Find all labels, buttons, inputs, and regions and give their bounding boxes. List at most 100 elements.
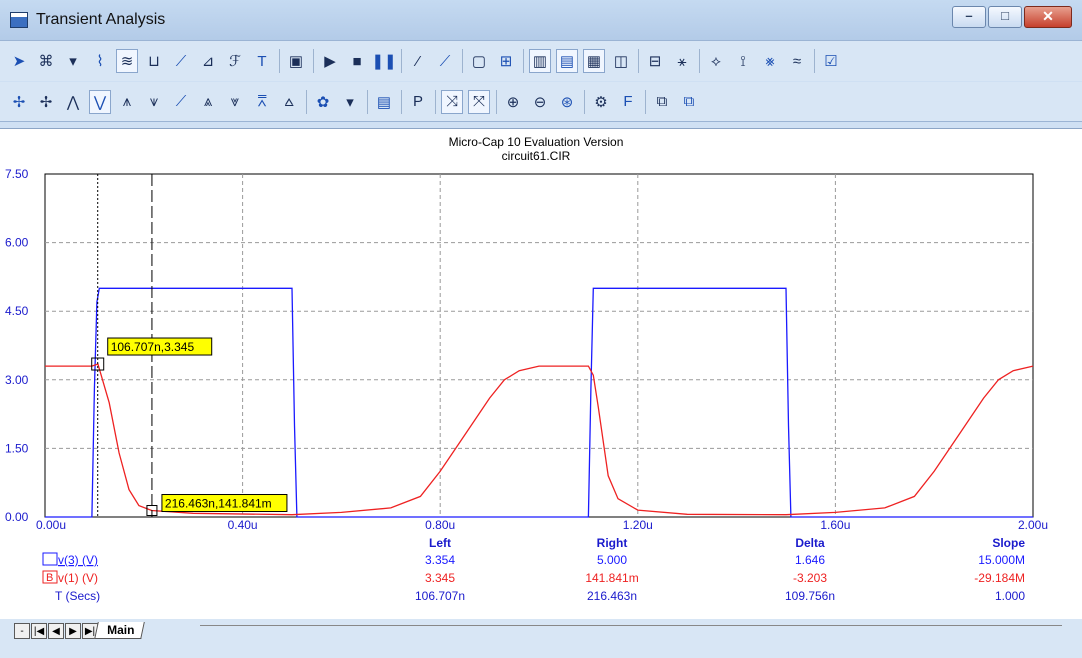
toolbar-separator [313,49,314,73]
prev-point-icon[interactable]: ✢ [35,90,57,114]
minor-grid-icon[interactable]: ▦ [583,49,605,73]
maximize-button[interactable]: □ [988,6,1022,28]
next-point-icon[interactable]: ✢ [8,90,30,114]
tab-nav-button[interactable]: |◀ [31,623,47,639]
right-cursor-label: 216.463n,141.841m [165,497,272,511]
readout-header-left: Left [429,536,451,550]
close-button[interactable]: ✕ [1024,6,1072,28]
top-icon[interactable]: ⩞ [251,90,273,114]
font-icon[interactable]: F [617,90,639,114]
tab-nav-buttons: - |◀ ◀ ▶ ▶| [14,623,99,639]
analysis-toolbar: ✢ ✢ ⋀ ⋁ ⩚ ⩛ ⟋ ⩓ ⩔ ⩞ ⩟ ✿ ▾ ▤ P ⤨ ⤧ ⊕ ⊖ ⊛ ⚙ F ⧉ ⧉ [0,82,1082,122]
high-search-icon[interactable]: ⩚ [116,90,138,114]
readout-row-label: T (Secs) [55,589,100,603]
readout-value: 109.756n [785,589,835,603]
toolbar-separator [306,89,307,114]
node-mode-icon[interactable]: ⊿ [197,49,219,73]
x-tick-label: 0.00u [36,518,66,532]
plot-window[interactable]: Micro-Cap 10 Evaluation Version circuit6… [0,128,1082,619]
y-scale-icon[interactable]: ⤧ [468,89,490,114]
run-icon[interactable]: ▶ [319,49,341,73]
plot-canvas[interactable]: Micro-Cap 10 Evaluation Version circuit6… [0,129,1082,619]
valley-icon[interactable]: ⟟ [732,49,754,73]
tab-nav-button[interactable]: - [14,623,30,639]
tab-nav-button[interactable]: ▶ [65,623,81,639]
bottom-icon[interactable]: ⩟ [278,90,300,114]
select-arrow-icon[interactable]: ➤ [8,49,30,73]
zoom-fit-icon[interactable]: ⊛ [556,90,578,114]
toolbar-separator [699,49,700,73]
readout-value: 1.000 [995,589,1025,603]
main-toolbar: ➤ ⌘ ▾ ⌇ ≋ ⊔ ⟋ ⊿ ℱ T ▣ ▶ ■ ❚❚ ⁄ ⟋ ▢ ⊞ ▥ ▤ ▦ ◫ ⊟ ⚹ ⟡ ⟟ ⨳ ≈ ☑ [0,41,1082,81]
settings-icon[interactable]: ⚙ [590,90,612,114]
table-icon[interactable]: ▤ [373,90,395,114]
readout-value: 3.354 [425,553,455,567]
value-icon[interactable]: ⨳ [759,49,781,73]
tab-main[interactable]: Main [94,622,146,639]
text-mode-icon[interactable]: T [251,49,273,73]
y-tick-label: 7.50 [5,167,29,181]
cursor-line-icon[interactable]: ⚹ [671,49,693,73]
component-mode-icon[interactable]: ⌘ [35,49,57,73]
dropdown-arrow-icon[interactable]: ▾ [62,49,84,73]
tangent-icon[interactable]: ≈ [786,49,808,73]
border-icon[interactable]: ◫ [610,49,632,73]
low-search-icon[interactable]: ⩛ [143,90,165,114]
left-cursor-label: 106.707n,3.345 [111,340,195,354]
readout-value: 5.000 [597,553,627,567]
toolbar-separator [814,49,815,73]
toolbar-separator [645,89,646,114]
window-title: Transient Analysis [36,11,166,28]
readout-header-right: Right [597,536,628,550]
readout-value: 1.646 [795,553,825,567]
x-tick-label: 0.80u [425,518,455,532]
grid-icon[interactable]: ⊞ [495,49,517,73]
valley-search-icon[interactable]: ⋁ [89,89,111,114]
toolbar-separator [401,89,402,114]
y-tick-label: 3.00 [5,373,29,387]
scale-mode-icon[interactable]: ⊔ [143,49,165,73]
readout-value: -29.184M [974,571,1025,585]
horizontal-grid-icon[interactable]: ▤ [556,49,578,73]
plot-p-icon[interactable]: P [407,90,429,114]
readout-value: 106.707n [415,589,465,603]
pause-icon[interactable]: ❚❚ [371,49,396,73]
minimize-button[interactable]: – [952,6,986,28]
xy-mode-icon[interactable]: ⟋ [170,49,192,73]
baseline-icon[interactable]: ⊟ [644,49,666,73]
y-tick-label: 4.50 [5,304,29,318]
readout-row-label: v(1) (V) [58,571,98,585]
toolbar-separator [401,49,402,73]
tab-nav-button[interactable]: ◀ [48,623,64,639]
x-tick-label: 2.00u [1018,518,1048,532]
readout-row-label: v(3) (V) [58,553,98,567]
global-high-icon[interactable]: ⩓ [197,90,219,114]
paste-icon[interactable]: ⧉ [678,90,700,114]
zoom-out-icon[interactable]: ⊖ [529,90,551,114]
readout-table: Left Right Delta Slope v(3) (V) 3.354 5.000 1.6… [42,536,1025,603]
toolbar-separator [638,49,639,73]
x-scale-icon[interactable]: ⤨ [441,89,463,114]
fo-mode-icon[interactable]: ℱ [224,49,246,73]
vertical-grid-icon[interactable]: ▥ [529,49,551,73]
global-low-icon[interactable]: ⩔ [224,90,246,114]
zoom-in-icon[interactable]: ⊕ [502,90,524,114]
properties-icon[interactable]: ▣ [285,49,307,73]
stop-icon[interactable]: ■ [346,49,368,73]
wire-mode-icon[interactable]: ⌇ [89,49,111,73]
cursors[interactable]: 106.707n,3.345 216.463n,141.841m [91,174,288,517]
add-curve-icon[interactable]: ≋ [116,49,138,73]
copy-icon[interactable]: ⧉ [651,90,673,114]
peak-icon[interactable]: ⟡ [705,49,727,73]
toolbar-separator [462,49,463,73]
peak-search-icon[interactable]: ⋀ [62,90,84,114]
inflection-icon[interactable]: ⟋ [170,90,192,114]
rectangle-icon[interactable]: ▢ [468,49,490,73]
palette-icon[interactable]: ✿ [312,90,334,114]
toolbar-separator [435,89,436,114]
diagonal-line-icon[interactable]: ⟋ [434,49,456,73]
dropdown-arrow-2-icon[interactable]: ▾ [339,90,361,114]
curves [45,287,1034,518]
line-icon[interactable]: ⁄ [407,49,429,73]
chart-options-icon[interactable]: ☑ [820,49,842,73]
